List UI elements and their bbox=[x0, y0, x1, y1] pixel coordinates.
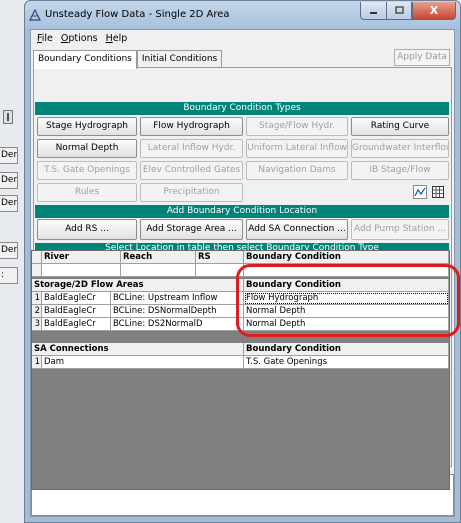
apply-data-button[interactable]: Apply Data bbox=[394, 49, 450, 66]
stage-flow-hydr-button[interactable]: Stage/Flow Hydr. bbox=[246, 117, 348, 136]
plot-icon[interactable] bbox=[413, 185, 427, 199]
background-button-4[interactable]: Der bbox=[0, 242, 18, 259]
background-button-2[interactable]: Der bbox=[0, 172, 18, 189]
tab-initial-conditions[interactable]: Initial Conditions bbox=[136, 50, 223, 68]
hec-ras-app-icon bbox=[29, 9, 41, 21]
background-button-5[interactable]: : bbox=[0, 267, 18, 284]
rating-curve-button[interactable]: Rating Curve bbox=[351, 117, 449, 136]
elev-controlled-gates-button[interactable]: Elev Controlled Gates bbox=[140, 161, 243, 180]
minimize-icon bbox=[370, 12, 377, 14]
table-row[interactable]: 2 BaldEagleCr BCLine: DSNormalDepth Norm… bbox=[32, 305, 449, 318]
menu-file[interactable]: File bbox=[33, 33, 57, 44]
precipitation-button[interactable]: Precipitation bbox=[140, 183, 243, 202]
menu-options[interactable]: Options bbox=[57, 33, 102, 44]
storage-bc-heading: Boundary Condition bbox=[244, 279, 449, 292]
add-pump-station-button[interactable]: Add Pump Station ... bbox=[351, 219, 449, 240]
table-row[interactable]: 3 BaldEagleCr BCLine: DS2NormalD Normal … bbox=[32, 318, 449, 331]
normal-depth-button[interactable]: Normal Depth bbox=[37, 139, 137, 158]
title-bar[interactable]: Unsteady Flow Data - Single 2D Area X bbox=[25, 1, 460, 29]
bc-types-heading: Boundary Condition Types bbox=[35, 102, 449, 115]
sa-connections-heading: SA Connections bbox=[32, 343, 244, 356]
storage-table-header: Storage/2D Flow Areas Boundary Condition bbox=[32, 279, 449, 292]
normal-depth-cell[interactable]: Normal Depth bbox=[244, 305, 449, 318]
flow-hydrograph-cell[interactable]: Flow Hydrograph bbox=[244, 292, 449, 305]
column-rs: RS bbox=[196, 251, 244, 264]
uniform-lateral-inflow-button[interactable]: Uniform Lateral Inflow bbox=[246, 139, 348, 158]
menu-help[interactable]: Help bbox=[102, 33, 132, 44]
window-title: Unsteady Flow Data - Single 2D Area bbox=[45, 9, 230, 20]
sa-bc-heading: Boundary Condition bbox=[244, 343, 449, 356]
tab-strip: Boundary Conditions Initial Conditions bbox=[33, 50, 223, 69]
ib-stage-flow-button[interactable]: IB Stage/Flow bbox=[351, 161, 449, 180]
groundwater-interflow-button[interactable]: Groundwater Interflow bbox=[351, 139, 449, 158]
add-rs-button[interactable]: Add RS ... bbox=[37, 219, 137, 240]
background-button-3[interactable]: Der bbox=[0, 195, 18, 212]
flow-hydrograph-button[interactable]: Flow Hydrograph bbox=[140, 117, 243, 136]
rules-button[interactable]: Rules bbox=[37, 183, 137, 202]
tab-boundary-conditions[interactable]: Boundary Conditions bbox=[33, 50, 137, 69]
ts-gate-openings-button[interactable]: T.S. Gate Openings bbox=[37, 161, 137, 180]
minimize-button[interactable] bbox=[360, 2, 386, 20]
table-row[interactable] bbox=[32, 264, 449, 277]
toolbar-icon[interactable] bbox=[3, 110, 13, 124]
stage-hydrograph-button[interactable]: Stage Hydrograph bbox=[37, 117, 137, 136]
storage-areas-heading: Storage/2D Flow Areas bbox=[32, 279, 244, 292]
normal-depth-cell[interactable]: Normal Depth bbox=[244, 318, 449, 331]
table-row[interactable]: 1 Dam T.S. Gate Openings bbox=[32, 356, 449, 369]
table-icon[interactable] bbox=[431, 185, 445, 199]
close-icon: X bbox=[429, 4, 439, 17]
sa-table-header: SA Connections Boundary Condition bbox=[32, 343, 449, 356]
add-location-heading: Add Boundary Condition Location bbox=[35, 205, 449, 218]
column-river: River bbox=[42, 251, 121, 264]
background-app-strip: Der Der Der Der : bbox=[0, 0, 24, 523]
column-boundary-condition: Boundary Condition bbox=[244, 251, 449, 264]
close-button[interactable]: X bbox=[412, 2, 456, 20]
river-table-header: River Reach RS Boundary Condition bbox=[32, 251, 449, 264]
navigation-dams-button[interactable]: Navigation Dams bbox=[246, 161, 348, 180]
ts-gate-openings-cell[interactable]: T.S. Gate Openings bbox=[244, 356, 449, 369]
boundary-location-table: River Reach RS Boundary Condition Storag… bbox=[31, 250, 450, 490]
background-button-1[interactable]: Der bbox=[0, 147, 18, 164]
maximize-button[interactable] bbox=[386, 2, 412, 20]
column-reach: Reach bbox=[121, 251, 196, 264]
maximize-icon bbox=[394, 6, 404, 14]
menu-bar: File Options Help bbox=[31, 30, 454, 46]
add-sa-connection-button[interactable]: Add SA Connection ... bbox=[246, 219, 348, 240]
add-storage-area-button[interactable]: Add Storage Area ... bbox=[140, 219, 243, 240]
lateral-inflow-hydr-button[interactable]: Lateral Inflow Hydr. bbox=[140, 139, 243, 158]
table-row[interactable]: 1 BaldEagleCr BCLine: Upstream Inflow Fl… bbox=[32, 292, 449, 305]
